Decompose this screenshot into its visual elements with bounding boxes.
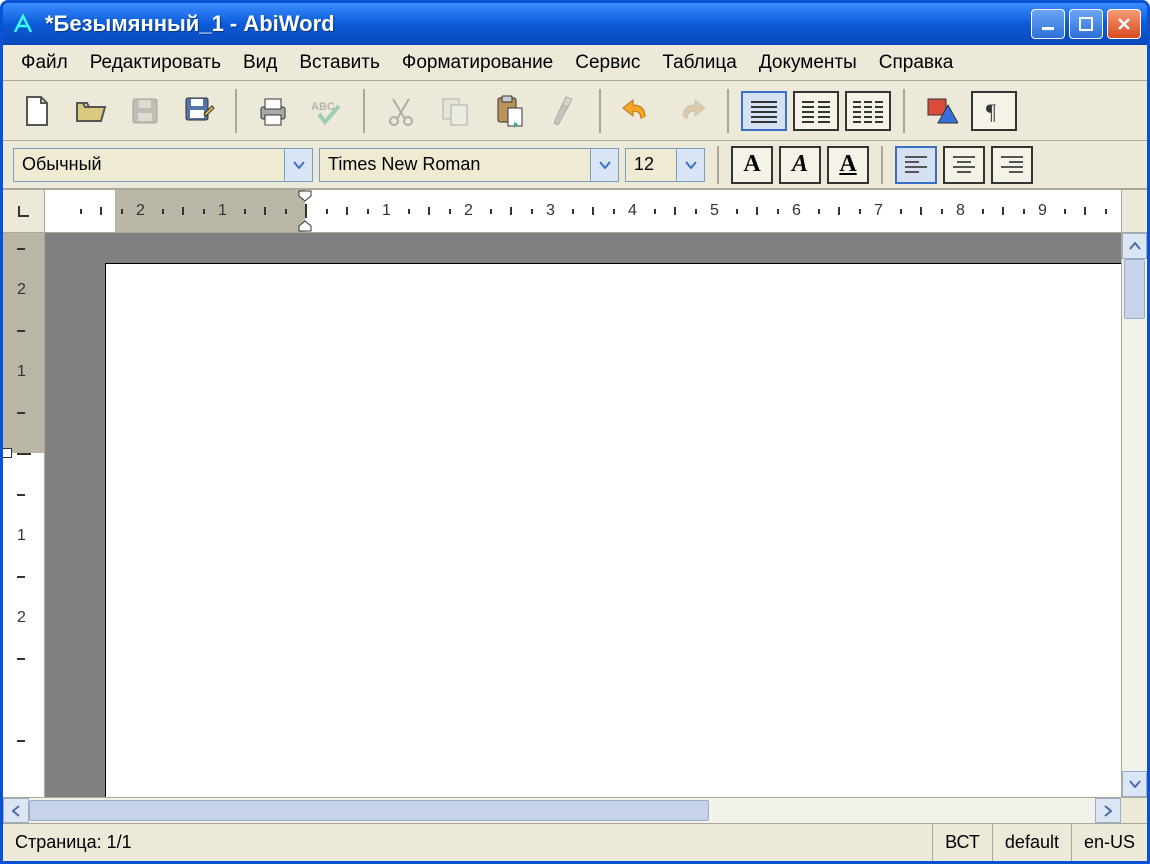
new-button[interactable]	[13, 87, 61, 135]
scroll-track[interactable]	[1122, 259, 1147, 771]
save-button[interactable]	[121, 87, 169, 135]
menu-help[interactable]: Справка	[869, 48, 964, 78]
menu-insert[interactable]: Вставить	[289, 48, 390, 78]
scroll-up-button[interactable]	[1122, 233, 1147, 259]
horizontal-scrollbar	[3, 797, 1147, 823]
toolbar-sep	[717, 146, 719, 184]
ruler-row: 2112345678910	[3, 189, 1147, 233]
style-combo[interactable]: Обычный	[13, 148, 313, 182]
maximize-button[interactable]	[1069, 9, 1103, 39]
svg-text:ABC: ABC	[311, 101, 335, 113]
app-icon	[9, 10, 37, 38]
workarea: 2112345678910 2112	[3, 189, 1147, 823]
bold-button[interactable]: A	[731, 146, 773, 184]
app-window: *Безымянный_1 - AbiWord Файл Редактирова…	[0, 0, 1150, 864]
toolbar-sep	[727, 89, 729, 133]
toolbar-sep	[235, 89, 237, 133]
size-combo[interactable]: 12	[625, 148, 705, 182]
align-center-button[interactable]	[943, 146, 985, 184]
format-painter-button[interactable]	[539, 87, 587, 135]
menu-table[interactable]: Таблица	[652, 48, 747, 78]
toolbar-sep	[881, 146, 883, 184]
doc-area: 2112	[3, 233, 1147, 797]
statusbar: Страница: 1/1 ВСТ default en-US	[3, 823, 1147, 861]
menu-format[interactable]: Форматирование	[392, 48, 563, 78]
menu-file[interactable]: Файл	[11, 48, 78, 78]
ruler-end	[1121, 190, 1147, 232]
undo-button[interactable]	[613, 87, 661, 135]
titlebar: *Безымянный_1 - AbiWord	[3, 3, 1147, 45]
status-lang[interactable]: en-US	[1071, 824, 1147, 861]
col-2-button[interactable]	[793, 91, 839, 131]
align-left-button[interactable]	[895, 146, 937, 184]
svg-text:¶: ¶	[986, 99, 996, 124]
col-1-button[interactable]	[741, 91, 787, 131]
shapes-button[interactable]	[917, 87, 965, 135]
window-controls	[1031, 9, 1141, 39]
size-value: 12	[626, 154, 676, 175]
menubar: Файл Редактировать Вид Вставить Форматир…	[3, 45, 1147, 81]
scroll-right-button[interactable]	[1095, 798, 1121, 823]
menu-service[interactable]: Сервис	[565, 48, 650, 78]
font-value: Times New Roman	[320, 154, 590, 175]
toolbar-sep	[903, 89, 905, 133]
scroll-track[interactable]	[29, 798, 1095, 823]
status-insert[interactable]: ВСТ	[932, 824, 992, 861]
status-style[interactable]: default	[992, 824, 1071, 861]
scroll-corner	[1121, 798, 1147, 823]
dropdown-arrow-icon[interactable]	[676, 149, 704, 181]
toolbar-sep	[599, 89, 601, 133]
scroll-thumb[interactable]	[29, 800, 709, 821]
style-value: Обычный	[14, 154, 284, 175]
menu-documents[interactable]: Документы	[749, 48, 867, 78]
status-page: Страница: 1/1	[3, 824, 463, 861]
page-viewport[interactable]	[45, 233, 1121, 797]
copy-button[interactable]	[431, 87, 479, 135]
scroll-thumb[interactable]	[1124, 259, 1145, 319]
scroll-down-button[interactable]	[1122, 771, 1147, 797]
italic-button[interactable]: A	[779, 146, 821, 184]
vertical-scrollbar	[1121, 233, 1147, 797]
pilcrow-button[interactable]: ¶	[971, 91, 1017, 131]
document-page[interactable]	[105, 263, 1121, 797]
dropdown-arrow-icon[interactable]	[590, 149, 618, 181]
align-right-button[interactable]	[991, 146, 1033, 184]
toolbar-sep	[363, 89, 365, 133]
scroll-left-button[interactable]	[3, 798, 29, 823]
col-3-button[interactable]	[845, 91, 891, 131]
print-button[interactable]	[249, 87, 297, 135]
vertical-ruler[interactable]: 2112	[3, 233, 45, 797]
menu-edit[interactable]: Редактировать	[80, 48, 231, 78]
minimize-button[interactable]	[1031, 9, 1065, 39]
window-title: *Безымянный_1 - AbiWord	[45, 11, 1031, 37]
spellcheck-button[interactable]: ABC	[303, 87, 351, 135]
redo-button[interactable]	[667, 87, 715, 135]
menu-view[interactable]: Вид	[233, 48, 287, 78]
format-toolbar: Обычный Times New Roman 12 A A A	[3, 141, 1147, 189]
close-button[interactable]	[1107, 9, 1141, 39]
horizontal-ruler[interactable]: 2112345678910	[45, 190, 1121, 232]
standard-toolbar: ABC	[3, 81, 1147, 141]
open-button[interactable]	[67, 87, 115, 135]
ruler-corner[interactable]	[3, 190, 45, 232]
font-combo[interactable]: Times New Roman	[319, 148, 619, 182]
save-as-button[interactable]	[175, 87, 223, 135]
paste-button[interactable]	[485, 87, 533, 135]
underline-button[interactable]: A	[827, 146, 869, 184]
cut-button[interactable]	[377, 87, 425, 135]
dropdown-arrow-icon[interactable]	[284, 149, 312, 181]
